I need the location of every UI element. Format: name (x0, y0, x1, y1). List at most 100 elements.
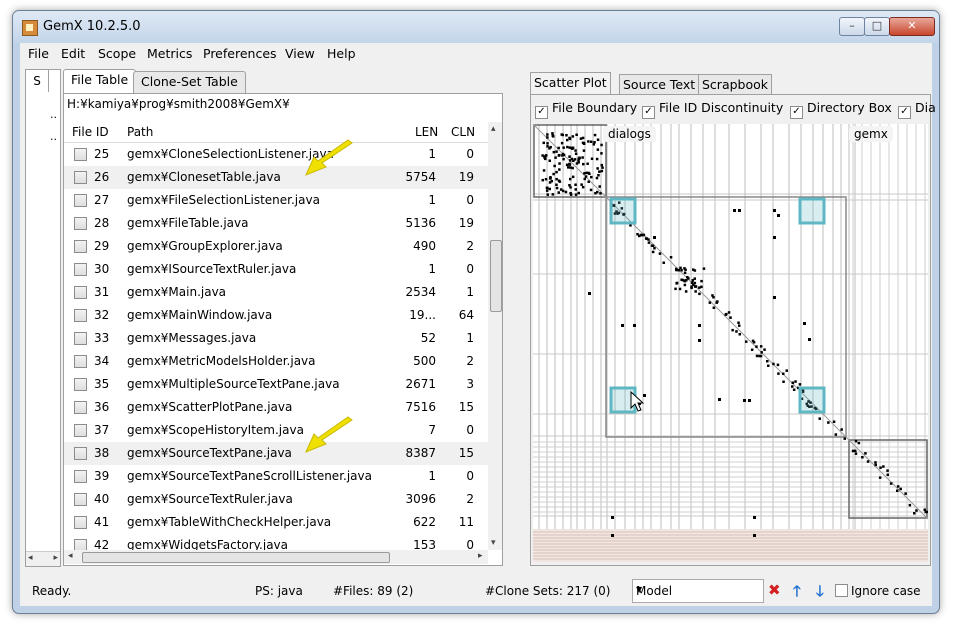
table-row[interactable]: 25 gemx¥CloneSelectionListener.java 1 0 (64, 143, 488, 166)
scope-row[interactable]: .. (50, 108, 57, 121)
scroll-left-icon[interactable]: ◂ (68, 551, 73, 561)
row-checkbox[interactable] (74, 516, 87, 529)
check-icon[interactable]: ✓ (898, 106, 911, 119)
menu-preferences[interactable]: Preferences (203, 46, 277, 61)
row-checkbox[interactable] (74, 148, 87, 161)
file-boundary-option[interactable]: ✓ File Boundary (535, 100, 637, 119)
scope-hscrollbar[interactable]: ◂ ▸ (26, 551, 60, 566)
cell-len: 3096 (405, 492, 436, 506)
scroll-up-icon[interactable]: ▴ (491, 124, 496, 134)
cell-cln: 0 (466, 469, 474, 483)
tab-clone-set-table[interactable]: Clone-Set Table (133, 71, 246, 93)
delete-icon[interactable]: ✖ (768, 581, 781, 599)
check-icon[interactable]: ✓ (790, 106, 803, 119)
cell-path: gemx¥Main.java (127, 285, 227, 299)
table-vscrollbar[interactable]: ▴ ▾ (488, 122, 502, 550)
check-icon[interactable]: ✓ (642, 106, 655, 119)
table-row[interactable]: 29 gemx¥GroupExplorer.java 490 2 (64, 235, 488, 258)
arrow-up-icon[interactable]: 🡑 (793, 581, 801, 606)
minimize-button[interactable]: – (839, 17, 865, 36)
table-row[interactable]: 35 gemx¥MultipleSourceTextPane.java 2671 3 (64, 373, 488, 396)
table-row[interactable]: 36 gemx¥ScatterPlotPane.java 7516 15 (64, 396, 488, 419)
clone-dot (595, 157, 599, 161)
scatter-plot-svg[interactable] (533, 124, 928, 562)
clone-dot (700, 279, 703, 283)
column-len[interactable]: LEN (415, 125, 438, 139)
ignore-case-option[interactable]: Ignore case (835, 584, 921, 598)
menu-help[interactable]: Help (327, 46, 356, 61)
model-combo[interactable]: Model ▼ (632, 579, 764, 603)
table-row[interactable]: 28 gemx¥FileTable.java 5136 19 (64, 212, 488, 235)
scroll-left-icon[interactable]: ◂ (28, 553, 33, 563)
chevron-down-icon[interactable]: ▼ (636, 585, 760, 594)
clone-dot (674, 287, 677, 291)
table-row[interactable]: 34 gemx¥MetricModelsHolder.java 500 2 (64, 350, 488, 373)
table-row[interactable]: 31 gemx¥Main.java 2534 1 (64, 281, 488, 304)
clone-dot (843, 437, 846, 440)
row-checkbox[interactable] (74, 332, 87, 345)
scroll-right-icon[interactable]: ▸ (53, 553, 58, 563)
table-row[interactable]: 41 gemx¥TableWithCheckHelper.java 622 11 (64, 511, 488, 534)
file-table-body: H:¥kamiya¥prog¥smith2008¥GemX¥ File ID P… (63, 93, 503, 566)
tab-scope[interactable]: S (26, 70, 49, 92)
checkbox-icon[interactable] (835, 584, 848, 597)
table-row[interactable]: 27 gemx¥FileSelectionListener.java 1 0 (64, 189, 488, 212)
menu-metrics[interactable]: Metrics (147, 46, 192, 61)
cell-path: gemx¥ScopeHistoryItem.java (127, 423, 304, 437)
check-icon[interactable]: ✓ (535, 106, 548, 119)
cell-cln: 1 (466, 331, 474, 345)
table-vscroll-thumb[interactable] (490, 240, 502, 312)
row-checkbox[interactable] (74, 470, 87, 483)
menu-edit[interactable]: Edit (61, 46, 85, 61)
table-hscroll-thumb[interactable] (82, 552, 390, 563)
file-id-discontinuity-option[interactable]: ✓ File ID Discontinuity (642, 100, 783, 119)
row-checkbox[interactable] (74, 240, 87, 253)
column-path[interactable]: Path (127, 125, 153, 139)
arrow-down-icon[interactable]: 🡓 (816, 581, 824, 606)
table-row[interactable]: 33 gemx¥Messages.java 52 1 (64, 327, 488, 350)
close-button[interactable]: ✕ (889, 17, 935, 36)
maximize-button[interactable]: □ (864, 17, 890, 36)
row-checkbox[interactable] (74, 286, 87, 299)
clone-dot (546, 133, 549, 136)
menu-file[interactable]: File (28, 46, 49, 61)
table-row[interactable]: 26 gemx¥ClonesetTable.java 5754 19 (64, 166, 488, 189)
row-checkbox[interactable] (74, 493, 87, 506)
tab-file-table[interactable]: File Table (63, 69, 137, 94)
column-cln[interactable]: CLN (451, 125, 475, 139)
scope-row[interactable]: .. (50, 130, 57, 143)
directory-box-option[interactable]: ✓ Directory Box (790, 100, 892, 119)
row-checkbox[interactable] (74, 401, 87, 414)
table-row[interactable]: 37 gemx¥ScopeHistoryItem.java 7 0 (64, 419, 488, 442)
diagonal-option[interactable]: ✓ Dia (898, 100, 936, 119)
tab-scrapbook[interactable]: Scrapbook (698, 74, 773, 95)
row-checkbox[interactable] (74, 217, 87, 230)
clone-dot (599, 192, 602, 195)
menu-scope[interactable]: Scope (98, 46, 136, 61)
row-checkbox[interactable] (74, 355, 87, 368)
tab-scatter-plot[interactable]: Scatter Plot (530, 72, 611, 95)
clone-dot (546, 193, 549, 196)
table-row[interactable]: 40 gemx¥SourceTextRuler.java 3096 2 (64, 488, 488, 511)
scroll-right-icon[interactable]: ▸ (478, 551, 483, 561)
row-checkbox[interactable] (74, 194, 87, 207)
row-checkbox[interactable] (74, 424, 87, 437)
row-checkbox[interactable] (74, 447, 87, 460)
title-bar: GemX 10.2.5.0 – □ ✕ (13, 11, 939, 43)
table-row[interactable]: 32 gemx¥MainWindow.java 19... 64 (64, 304, 488, 327)
table-hscrollbar[interactable]: ◂ ▸ (64, 550, 488, 564)
column-file-id[interactable]: File ID (72, 125, 109, 139)
row-checkbox[interactable] (74, 309, 87, 322)
menu-view[interactable]: View (285, 46, 315, 61)
scroll-down-icon[interactable]: ▾ (491, 538, 496, 548)
scatter-plot-canvas[interactable]: dialogs gemx (533, 124, 928, 562)
tab-source-text[interactable]: Source Text (619, 74, 700, 95)
row-checkbox[interactable] (74, 171, 87, 184)
row-checkbox[interactable] (74, 378, 87, 391)
table-header: File ID Path LEN CLN (64, 122, 488, 143)
table-row[interactable]: 38 gemx¥SourceTextPane.java 8387 15 (64, 442, 488, 465)
row-checkbox[interactable] (74, 263, 87, 276)
clone-dot (794, 380, 797, 383)
table-row[interactable]: 39 gemx¥SourceTextPaneScrollListener.java… (64, 465, 488, 488)
table-row[interactable]: 30 gemx¥ISourceTextRuler.java 1 0 (64, 258, 488, 281)
